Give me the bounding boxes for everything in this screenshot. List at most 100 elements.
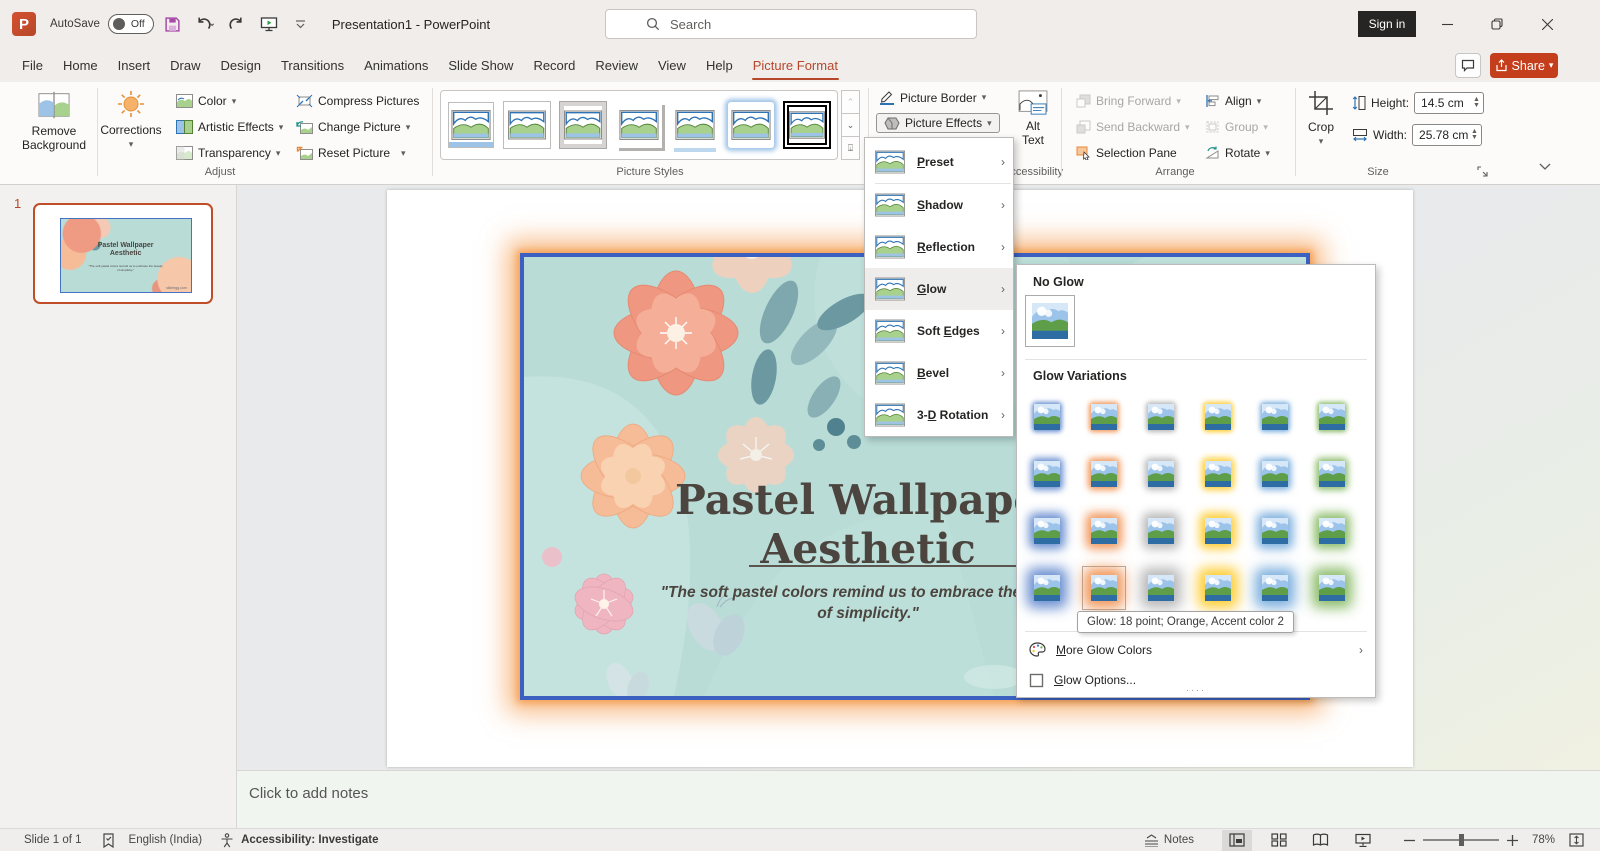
picture-style-option[interactable] — [669, 95, 721, 155]
glow-variation[interactable] — [1310, 566, 1354, 610]
zoom-out-button[interactable] — [1403, 835, 1415, 846]
slide-sorter-view-button[interactable] — [1264, 830, 1294, 851]
normal-view-button[interactable] — [1221, 829, 1252, 851]
group-button[interactable]: Group ▾ — [1205, 120, 1268, 134]
gallery-up-button[interactable]: ⌃ — [841, 90, 860, 114]
tab-file[interactable]: File — [12, 48, 53, 82]
save-button[interactable] — [160, 11, 186, 37]
fit-slide-icon[interactable] — [1569, 833, 1584, 847]
rotate-button[interactable]: Rotate ▾ — [1205, 146, 1270, 160]
comments-button[interactable] — [1455, 53, 1481, 78]
restore-button[interactable] — [1476, 0, 1518, 48]
tab-slide-show[interactable]: Slide Show — [438, 48, 523, 82]
slide-indicator[interactable]: Slide 1 of 1 — [24, 834, 82, 846]
glow-variation[interactable] — [1253, 509, 1297, 553]
size-dialog-launcher[interactable] — [1477, 164, 1488, 182]
effects-menu-item-bevel[interactable]: Bevel › — [865, 352, 1013, 394]
zoom-slider-handle[interactable] — [1458, 834, 1464, 846]
width-input[interactable]: 25.78 cm ▲ ▼ — [1412, 124, 1482, 146]
glow-variation[interactable] — [1025, 452, 1069, 496]
accessibility-icon[interactable] — [220, 832, 234, 848]
reading-view-button[interactable] — [1306, 830, 1336, 851]
glow-variation[interactable] — [1139, 566, 1183, 610]
glow-variation[interactable] — [1196, 452, 1240, 496]
glow-variation[interactable] — [1310, 452, 1354, 496]
share-button[interactable]: Share ▾ — [1490, 53, 1558, 78]
more-glow-colors-item[interactable]: More Glow Colors › — [1017, 635, 1375, 665]
glow-variation[interactable] — [1082, 452, 1126, 496]
notes-pane[interactable]: Click to add notes — [237, 770, 1600, 828]
menu-resize-grip[interactable]: ···· — [1017, 685, 1375, 695]
glow-variation[interactable] — [1310, 395, 1354, 439]
remove-background-button[interactable]: Remove Background — [22, 90, 86, 152]
glow-variation[interactable] — [1139, 509, 1183, 553]
glow-variation[interactable] — [1196, 509, 1240, 553]
glow-variation[interactable] — [1139, 452, 1183, 496]
alt-text-button[interactable]: Alt Text — [1008, 90, 1058, 147]
effects-menu-item-glow[interactable]: Glow › — [865, 268, 1013, 310]
picture-effects-button[interactable]: Picture Effects ▾ — [876, 113, 1000, 133]
picture-style-option[interactable] — [725, 95, 777, 155]
notes-toggle[interactable]: Notes — [1164, 834, 1194, 846]
zoom-level[interactable]: 78% — [1532, 834, 1555, 846]
picture-style-option[interactable] — [781, 95, 833, 155]
tab-draw[interactable]: Draw — [160, 48, 210, 82]
tab-view[interactable]: View — [648, 48, 696, 82]
zoom-slider[interactable] — [1422, 834, 1499, 846]
reset-picture-button[interactable]: Reset Picture ▾ — [296, 146, 406, 160]
glow-variation[interactable] — [1310, 509, 1354, 553]
glow-variation[interactable] — [1025, 509, 1069, 553]
glow-variation[interactable] — [1253, 566, 1297, 610]
glow-variation[interactable] — [1025, 395, 1069, 439]
height-spinner[interactable]: ▲ ▼ — [1473, 96, 1480, 109]
glow-variation[interactable] — [1196, 395, 1240, 439]
tab-design[interactable]: Design — [211, 48, 271, 82]
align-button[interactable]: Align ▾ — [1205, 94, 1261, 108]
tab-insert[interactable]: Insert — [108, 48, 161, 82]
color-button[interactable]: Color ▾ — [176, 94, 236, 108]
effects-menu-item-3-d-rotation[interactable]: 3-D Rotation › — [865, 394, 1013, 436]
tab-picture-format[interactable]: Picture Format — [743, 48, 848, 82]
sign-in-button[interactable]: Sign in — [1358, 11, 1416, 37]
glow-variation[interactable] — [1139, 395, 1183, 439]
effects-menu-item-preset[interactable]: Preset › — [865, 141, 1013, 183]
tab-home[interactable]: Home — [53, 48, 108, 82]
undo-button[interactable] — [192, 11, 218, 37]
tab-review[interactable]: Review — [585, 48, 648, 82]
glow-variation[interactable] — [1082, 395, 1126, 439]
close-button[interactable] — [1526, 0, 1568, 48]
gallery-down-button[interactable]: ⌄ — [841, 114, 860, 137]
glow-variation[interactable] — [1082, 566, 1126, 610]
send-backward-button[interactable]: Send Backward ▾ — [1076, 120, 1190, 134]
tab-animations[interactable]: Animations — [354, 48, 438, 82]
bring-forward-button[interactable]: Bring Forward ▾ — [1076, 94, 1181, 108]
redo-button[interactable] — [224, 11, 250, 37]
picture-style-option[interactable] — [445, 95, 497, 155]
gallery-more-button[interactable]: ⍗ — [841, 137, 860, 160]
autosave-toggle[interactable]: Off — [107, 14, 154, 34]
collapse-ribbon-button[interactable] — [1538, 158, 1552, 176]
tab-record[interactable]: Record — [523, 48, 585, 82]
effects-menu-item-reflection[interactable]: Reflection › — [865, 226, 1013, 268]
change-picture-button[interactable]: Change Picture ▾ — [296, 120, 410, 134]
tab-help[interactable]: Help — [696, 48, 743, 82]
zoom-in-button[interactable] — [1506, 834, 1518, 846]
height-input[interactable]: 14.5 cm ▲ ▼ — [1414, 92, 1484, 114]
search-input[interactable]: Search — [605, 9, 977, 39]
picture-style-option[interactable] — [501, 95, 553, 155]
glow-variation[interactable] — [1025, 566, 1069, 610]
width-spinner[interactable]: ▲ ▼ — [1471, 128, 1478, 141]
glow-variation[interactable] — [1253, 395, 1297, 439]
picture-style-option[interactable] — [613, 95, 665, 155]
glow-variation[interactable] — [1082, 509, 1126, 553]
corrections-button[interactable]: Corrections ▾ — [100, 90, 162, 151]
customize-qat-button[interactable] — [288, 11, 314, 37]
glow-variation[interactable] — [1196, 566, 1240, 610]
selection-pane-button[interactable]: Selection Pane — [1076, 146, 1177, 160]
picture-border-button[interactable]: Picture Border ▾ — [879, 90, 986, 105]
start-slideshow-button[interactable] — [256, 11, 282, 37]
slideshow-view-button[interactable] — [1348, 830, 1378, 851]
compress-pictures-button[interactable]: Compress Pictures — [296, 94, 419, 108]
slide-thumbnail[interactable]: Pastel Wallpaper Aesthetic "The soft pas… — [33, 203, 213, 304]
accessibility-status[interactable]: Accessibility: Investigate — [241, 834, 378, 846]
